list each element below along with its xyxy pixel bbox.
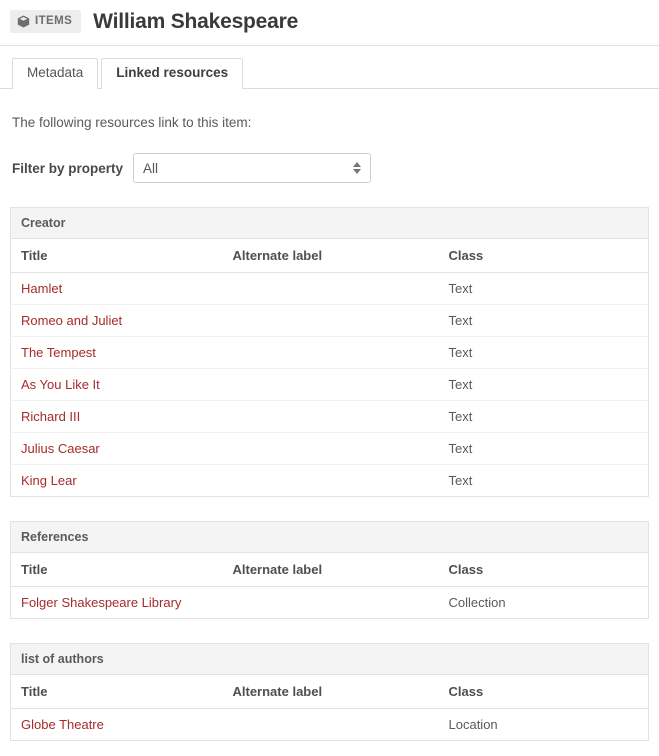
property-block-title: list of authors bbox=[10, 643, 649, 676]
resource-link[interactable]: Romeo and Juliet bbox=[21, 313, 122, 328]
linked-resources-table: Title Alternate label Class Hamlet Text Romeo… bbox=[10, 239, 649, 498]
page-title: William Shakespeare bbox=[93, 10, 299, 33]
table-row: Hamlet Text bbox=[10, 272, 649, 306]
page-header: ITEMS William Shakespeare bbox=[0, 0, 659, 47]
cell-alternate-label bbox=[222, 272, 439, 306]
property-block: Creator Title Alternate label Class Hamlet Te… bbox=[10, 207, 649, 498]
column-header: Alternate label bbox=[222, 675, 439, 710]
cell-title: King Lear bbox=[11, 465, 223, 497]
table-row: Romeo and Juliet Text bbox=[10, 304, 649, 338]
cell-class: Collection bbox=[448, 595, 506, 611]
column-header: Title bbox=[10, 239, 223, 274]
stepper-arrows-icon[interactable] bbox=[353, 162, 362, 175]
cell-alternate-label bbox=[222, 336, 439, 370]
cell-class: Text bbox=[438, 272, 649, 306]
cell-class: Text bbox=[438, 304, 649, 338]
cell-title: Folger Shakespeare Library bbox=[11, 587, 223, 619]
linked-resources-table: Title Alternate label Class Folger Shakespe… bbox=[10, 553, 649, 620]
table-header-row: Title Alternate label Class bbox=[10, 553, 649, 588]
cell-title: As You Like It bbox=[10, 368, 223, 402]
table-row: As You Like It Text bbox=[10, 368, 649, 402]
property-blocks: Creator Title Alternate label Class Hamlet Te… bbox=[10, 207, 649, 742]
cell-class: Text bbox=[438, 368, 649, 402]
cell-class: Text bbox=[438, 400, 649, 434]
intro-text: The following resources link to this ite… bbox=[12, 115, 252, 131]
cell-title: Julius Caesar bbox=[10, 432, 223, 466]
column-header: Title bbox=[10, 675, 223, 710]
resource-link[interactable]: Richard III bbox=[21, 409, 80, 424]
cell-title: Romeo and Juliet bbox=[10, 304, 223, 338]
cell-alternate-label bbox=[222, 368, 439, 402]
table-header-row: Title Alternate label Class bbox=[10, 239, 649, 274]
table-row: Richard III Text bbox=[10, 400, 649, 434]
linked-resources-page: ITEMS William Shakespeare Metadata Linke… bbox=[0, 0, 659, 756]
resource-link[interactable]: Globe Theatre bbox=[21, 717, 104, 732]
filter-row: Filter by property All bbox=[12, 153, 649, 184]
cell-title: Richard III bbox=[10, 400, 223, 434]
column-header: Class bbox=[438, 675, 649, 710]
resource-type-badge: ITEMS bbox=[10, 10, 82, 34]
main-content: The following resources link to this ite… bbox=[0, 115, 659, 742]
badge-label: ITEMS bbox=[35, 14, 73, 27]
filter-by-property-select[interactable]: All bbox=[133, 153, 372, 184]
table-header-row: Title Alternate label Class bbox=[10, 675, 649, 710]
property-block-title: Creator bbox=[10, 207, 649, 240]
cell-title: The Tempest bbox=[10, 336, 223, 370]
resource-link[interactable]: The Tempest bbox=[21, 345, 96, 360]
table-row: Julius Caesar Text bbox=[10, 432, 649, 466]
cell-title: Globe Theatre bbox=[11, 709, 223, 741]
cell-class: Location bbox=[448, 717, 498, 733]
table-row: Globe Theatre Location bbox=[11, 709, 649, 741]
table-row: King Lear Text bbox=[11, 465, 649, 497]
cell-alternate-label bbox=[223, 709, 439, 741]
cell-alternate-label bbox=[222, 400, 439, 434]
tab-strip: Metadata Linked resources bbox=[0, 58, 659, 90]
resource-link[interactable]: Folger Shakespeare Library bbox=[21, 595, 181, 610]
column-header: Class bbox=[438, 239, 649, 274]
resource-link[interactable]: Julius Caesar bbox=[21, 441, 100, 456]
column-header: Title bbox=[10, 553, 223, 588]
cell-class: Text bbox=[438, 432, 649, 466]
table-row: The Tempest Text bbox=[10, 336, 649, 370]
tab-metadata[interactable]: Metadata bbox=[12, 58, 99, 90]
column-header: Class bbox=[438, 553, 649, 588]
column-header: Alternate label bbox=[222, 239, 439, 274]
cell-alternate-label bbox=[222, 304, 439, 338]
cell-alternate-label bbox=[223, 587, 439, 619]
cell-title: Hamlet bbox=[10, 272, 223, 306]
table-row: Folger Shakespeare Library Collection bbox=[11, 587, 649, 619]
resource-link[interactable]: King Lear bbox=[21, 473, 77, 488]
property-block: References Title Alternate label Class Folge… bbox=[10, 521, 649, 620]
filter-selected-value: All bbox=[143, 160, 159, 176]
filter-by-property-label: Filter by property bbox=[12, 160, 124, 176]
property-block: list of authors Title Alternate label Class… bbox=[10, 643, 649, 742]
resource-link[interactable]: As You Like It bbox=[21, 377, 100, 392]
column-header: Alternate label bbox=[222, 553, 439, 588]
linked-resources-table: Title Alternate label Class Globe Theatre Lo… bbox=[10, 675, 649, 742]
resource-link[interactable]: Hamlet bbox=[21, 281, 62, 296]
cell-class: Text bbox=[438, 336, 649, 370]
cell-alternate-label bbox=[222, 432, 439, 466]
cube-icon bbox=[17, 15, 30, 28]
tab-linked-resources[interactable]: Linked resources bbox=[101, 58, 244, 90]
cell-alternate-label bbox=[223, 465, 439, 497]
cell-class: Text bbox=[448, 473, 473, 489]
property-block-title: References bbox=[10, 521, 649, 554]
